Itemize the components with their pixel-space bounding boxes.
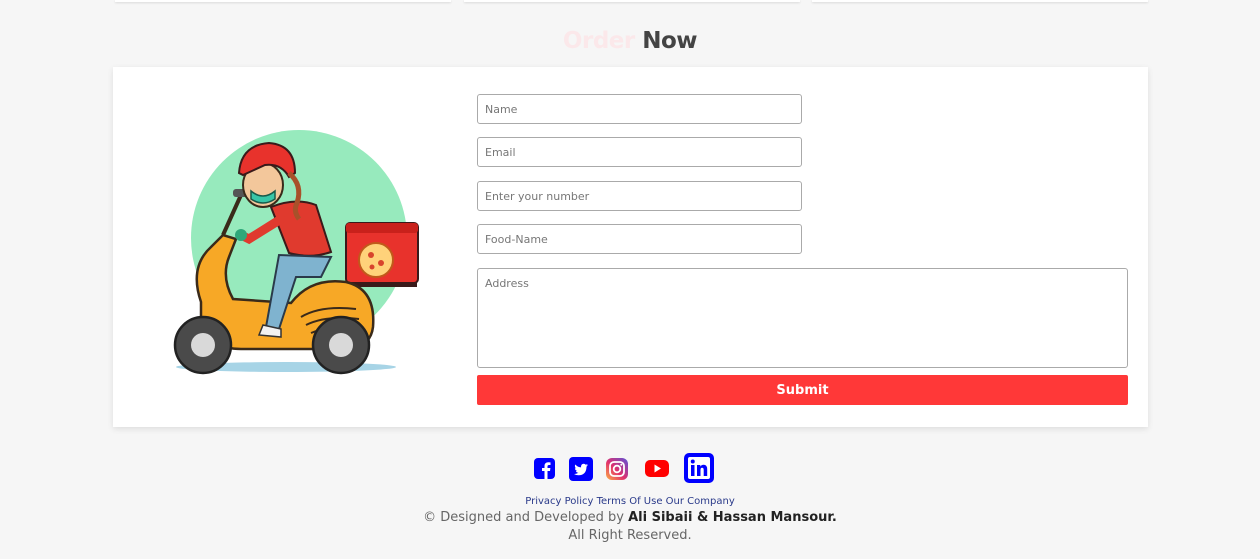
title-word-now: Now [642,28,698,54]
top-card-1 [115,0,451,2]
our-company-link[interactable]: Our Company [666,496,735,507]
youtube-icon[interactable] [645,460,669,477]
facebook-icon[interactable] [534,458,555,479]
linkedin-icon[interactable] [684,453,714,483]
terms-of-use-link[interactable]: Terms Of Use [597,496,663,507]
privacy-policy-link[interactable]: Privacy Policy [525,496,593,507]
delivery-scooter-illustration [173,130,419,375]
order-form-card: Submit [113,67,1148,427]
footer-credit: © Designed and Developed by Ali Sibaii &… [0,510,1260,525]
name-input[interactable] [477,94,802,124]
food-name-input[interactable] [477,224,802,254]
phone-number-input[interactable] [477,181,802,211]
top-card-2 [464,0,800,2]
credit-prefix: © Designed and Developed by [423,510,624,525]
social-links [0,453,1260,485]
footer-links: Privacy Policy Terms Of Use Our Company [0,496,1260,507]
instagram-icon[interactable] [606,458,628,480]
footer-rights: All Right Reserved. [568,528,692,543]
submit-button[interactable]: Submit [477,375,1128,405]
address-textarea[interactable] [477,268,1128,368]
credit-names: Ali Sibaii & Hassan Mansour. [628,510,837,525]
top-card-3 [812,0,1148,2]
email-input[interactable] [477,137,802,167]
order-section-title: Order Now [0,28,1260,54]
twitter-icon[interactable] [569,457,593,481]
title-word-order: Order [562,28,635,54]
